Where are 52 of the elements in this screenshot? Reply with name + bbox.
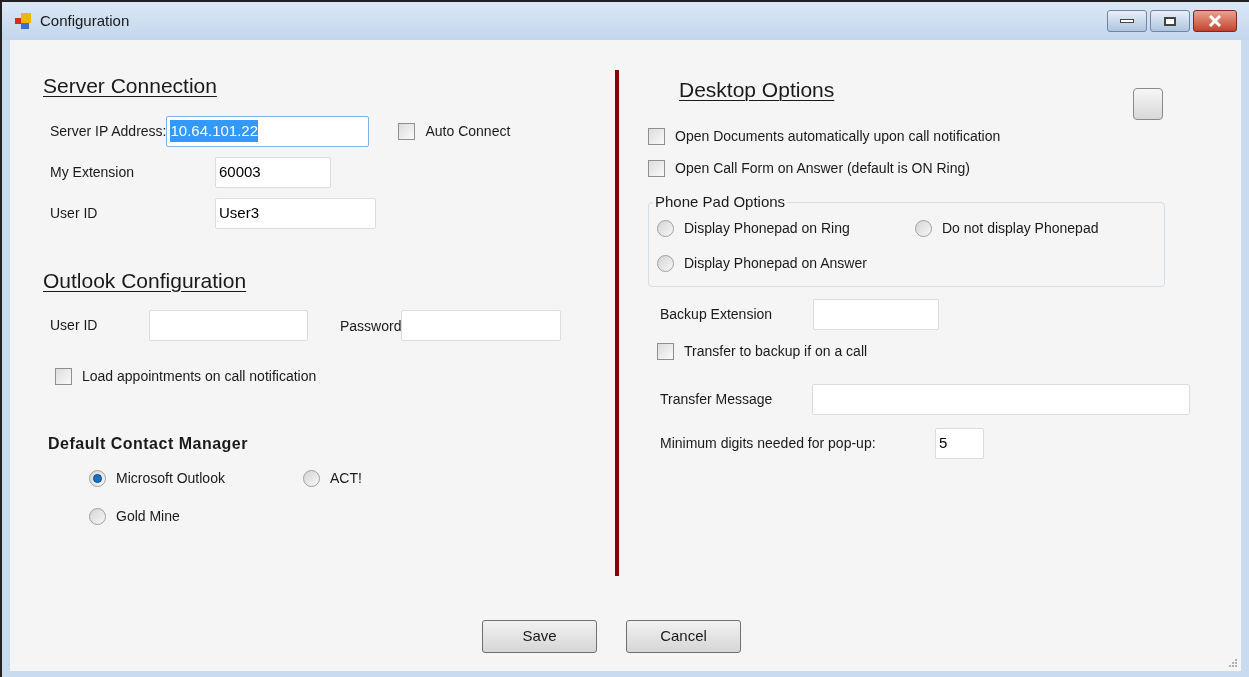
radio-button[interactable] (915, 219, 932, 237)
radio-button[interactable] (89, 508, 106, 525)
radio-label: Display Phonepad on Ring (684, 218, 850, 238)
checkbox-label: Open Documents automatically upon call notification (675, 127, 1001, 146)
checkbox[interactable] (648, 128, 665, 145)
dialog-button[interactable]: Save (482, 620, 597, 653)
small-button[interactable] (1133, 88, 1163, 120)
radio-button[interactable] (657, 254, 674, 272)
group-title: Phone Pad Options (654, 192, 787, 212)
checkbox[interactable] (55, 368, 72, 385)
field-label: Backup Extension (660, 304, 774, 324)
checkbox-label: Auto Connect (425, 121, 511, 141)
radio-button[interactable] (303, 470, 320, 487)
field-label: Password (340, 317, 402, 334)
radio-label: Display Phonepad on Answer (684, 253, 867, 273)
section-heading: Default Contact Manager (47, 434, 249, 454)
input-field[interactable] (149, 310, 308, 341)
field-label: My Extension (50, 162, 136, 182)
radio-label: ACT! (330, 469, 362, 488)
checkbox-label: Load appointments on call notification (82, 367, 317, 386)
field-label: Transfer Message (660, 389, 774, 409)
checkbox[interactable] (398, 122, 416, 140)
input-field[interactable] (813, 298, 939, 330)
radio-button[interactable] (89, 470, 106, 487)
section-heading: Outlook Configuration (43, 267, 248, 294)
radio-label: Gold Mine (116, 507, 180, 526)
section-heading: Server Connection (43, 73, 218, 99)
input-field[interactable]: 60003 (215, 156, 331, 188)
input-field[interactable]: User3 (215, 197, 376, 229)
dialog-button[interactable]: Cancel (626, 620, 741, 653)
window-title: Configuration (40, 10, 130, 31)
minimize-button[interactable] (1107, 10, 1147, 32)
checkbox-label: Transfer to backup if on a call (684, 341, 868, 361)
close-button[interactable] (1193, 10, 1237, 32)
field-label: User ID (50, 316, 99, 335)
close-icon (1208, 15, 1222, 27)
checkbox[interactable] (657, 342, 674, 360)
checkbox[interactable] (648, 160, 665, 177)
field-label: User ID (50, 203, 99, 223)
section-heading: Desktop Options (679, 77, 835, 103)
input-field[interactable]: 5 (935, 427, 984, 459)
resize-grip-icon (1228, 658, 1238, 668)
field-label: Minimum digits needed for pop-up: (660, 433, 877, 453)
radio-button[interactable] (657, 219, 674, 237)
radio-label: Do not display Phonepad (942, 218, 1099, 238)
maximize-button[interactable] (1150, 10, 1190, 32)
input-field[interactable] (401, 310, 562, 341)
app-icon (14, 12, 32, 30)
input-field[interactable] (812, 383, 1190, 415)
radio-label: Microsoft Outlook (116, 469, 225, 488)
field-label: Server IP Address: (50, 123, 167, 139)
checkbox-label: Open Call Form on Answer (default is ON Ring) (675, 159, 970, 178)
